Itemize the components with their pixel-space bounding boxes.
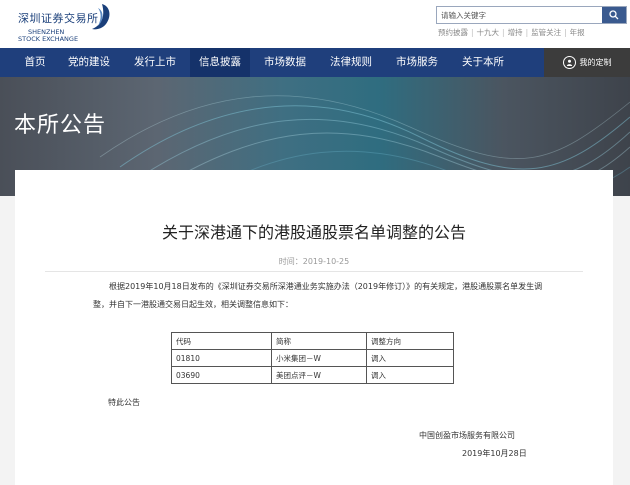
table-row: 01810 小米集团－W 调入 [171,349,454,367]
issuing-organization: 中国创盈市场服务有限公司 [419,431,515,440]
table-cell-direction: 调入 [366,366,454,384]
my-custom-label: 我的定制 [579,58,612,67]
nav-market-services[interactable]: 市场服务 [388,48,446,77]
logo-chinese-name: 深圳证券交易所 [18,12,99,25]
quick-link-19th-congress[interactable]: 十九大 [477,28,500,37]
table-row: 03690 美团点评－W 调入 [171,366,454,384]
title-divider [45,271,583,272]
table-header-row: 代码 简称 调整方向 [171,332,454,350]
user-icon [562,56,576,69]
adjustment-table: 代码 简称 调整方向 01810 小米集团－W 调入 03690 美团点评－W … [171,332,454,384]
quick-link-annual-report[interactable]: 年报 [570,28,585,37]
nav-listing[interactable]: 发行上市 [126,48,184,77]
nav-party-building[interactable]: 党的建设 [60,48,118,77]
main-nav: 首页 党的建设 发行上市 信息披露 市场数据 法律规则 市场服务 关于本所 我的… [0,48,630,77]
my-custom-button[interactable]: 我的定制 [544,48,630,77]
szse-emblem-icon [92,4,110,30]
logo-english-line2: STOCK EXCHANGE [18,35,79,43]
quick-link-regulatory-focus[interactable]: 监管关注 [531,28,561,37]
quick-link-increase-holdings[interactable]: 增持 [508,28,523,37]
signature-date: 2019年10月28日 [462,449,527,458]
nav-disclosure[interactable]: 信息披露 [190,48,250,77]
quick-links: 预约披露 | 十九大 | 增持 | 监管关注 | 年报 [438,28,585,37]
szse-logo[interactable]: 深圳证券交易所 SHENZHEN STOCK EXCHANGE [18,4,118,44]
table-header-name: 简称 [271,332,367,350]
closing-text: 特此公告 [108,398,140,407]
site-header: 深圳证券交易所 SHENZHEN STOCK EXCHANGE 预约披露|十九大… [0,0,630,48]
table-cell-direction: 调入 [366,349,454,367]
table-cell-code: 01810 [171,349,272,367]
table-header-code: 代码 [171,332,272,350]
table-cell-name: 美团点评－W [271,366,367,384]
article-date: 时间：2019-10-25 [278,257,350,266]
table-cell-name: 小米集团－W [271,349,367,367]
quick-link-disclosure-booking[interactable]: 预约披露 [438,28,468,37]
article-title: 关于深港通下的港股通股票名单调整的公告 [161,223,466,242]
search-input[interactable] [437,7,603,23]
table-header-direction: 调整方向 [366,332,454,350]
nav-laws-rules[interactable]: 法律规则 [322,48,380,77]
article-panel: 关于深港通下的港股通股票名单调整的公告 时间：2019-10-25 根据2019… [15,170,613,485]
banner-title: 本所公告 [14,113,107,138]
table-cell-code: 03690 [171,366,272,384]
page-background-left [0,196,15,485]
page-background-right [613,196,630,485]
nav-market-data[interactable]: 市场数据 [256,48,314,77]
article-paragraph: 根据2019年10月18日发布的《深圳证券交易所深港通业务实施办法（2019年修… [93,282,543,309]
search-icon [609,10,619,20]
search-box [436,6,627,24]
nav-about[interactable]: 关于本所 [454,48,512,77]
search-button[interactable] [602,7,626,23]
nav-home[interactable]: 首页 [14,48,56,77]
